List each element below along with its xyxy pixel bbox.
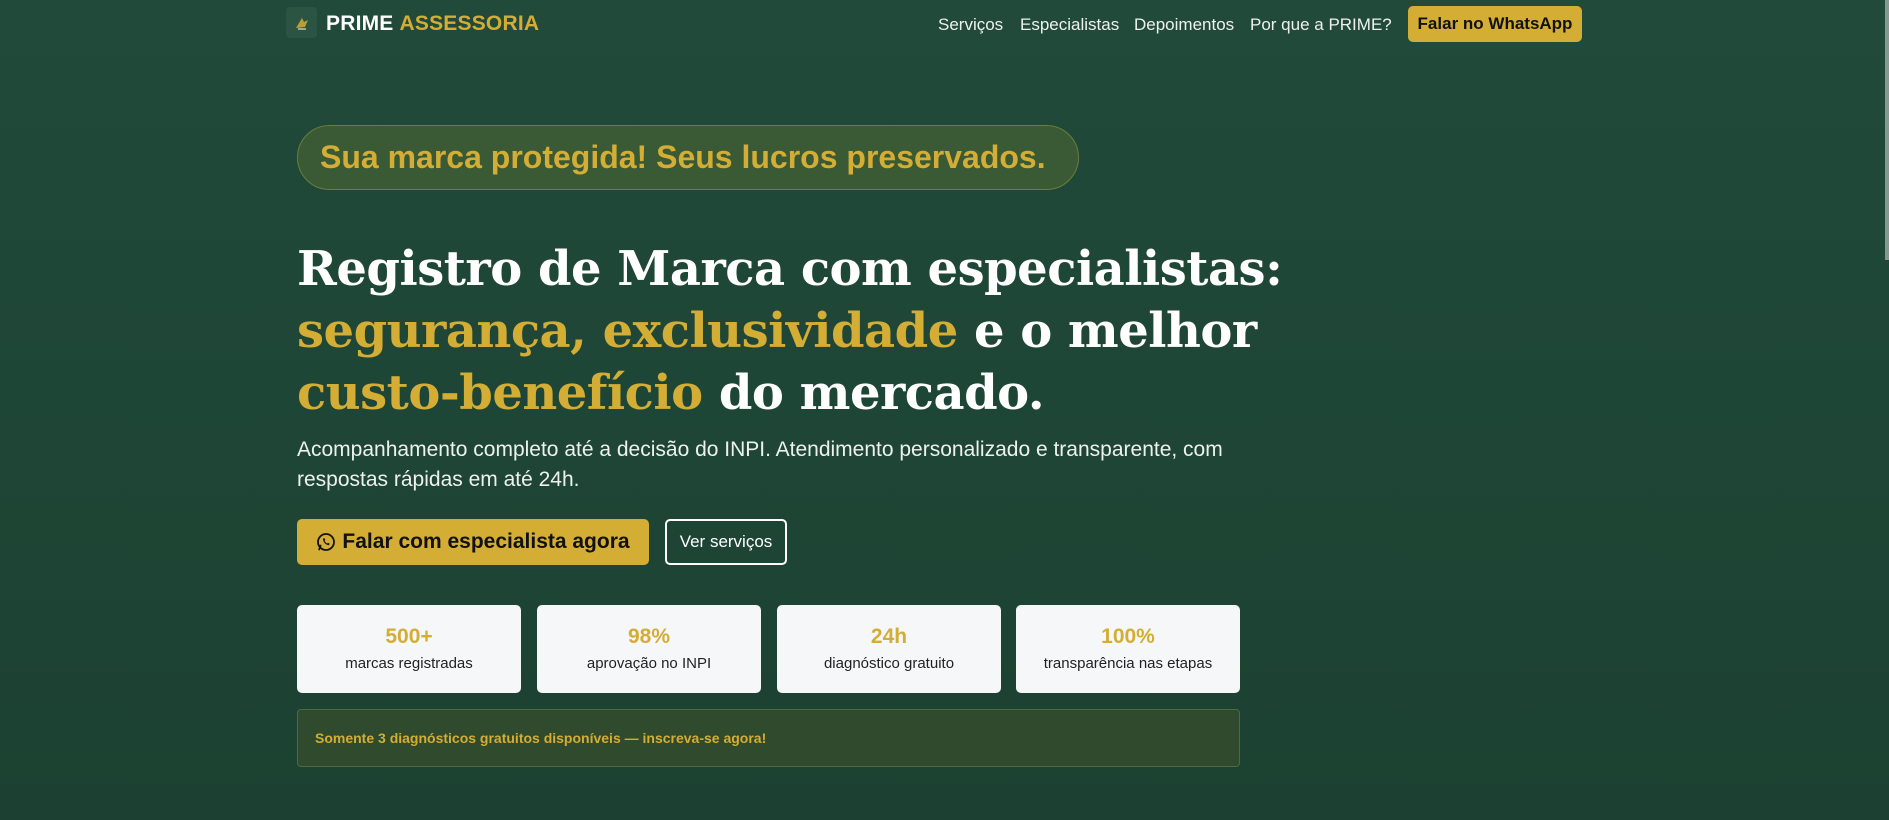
- brand-assessoria: ASSESSORIA: [399, 12, 540, 35]
- stat-value: 98%: [627, 625, 671, 648]
- brand-name[interactable]: PRIME ASSESSORIA: [326, 12, 539, 36]
- nav-link-por-que-prime[interactable]: Por que a PRIME?: [1250, 15, 1392, 35]
- stat-label: diagnóstico gratuito: [823, 655, 955, 672]
- headline-text-2: e o melhor: [957, 303, 1257, 359]
- headline-line-2: segurança, exclusividade e o melhor: [297, 300, 1257, 362]
- talk-to-specialist-label: Falar com especialista agora: [342, 530, 630, 553]
- nav-link-servicos[interactable]: Serviços: [938, 15, 1003, 35]
- stat-value: 24h: [870, 625, 908, 648]
- headline-line-3: custo-benefício do mercado.: [297, 362, 1197, 424]
- whatsapp-header-button[interactable]: Falar no WhatsApp: [1408, 6, 1582, 42]
- headline-highlight-1: segurança, exclusividade: [297, 303, 958, 359]
- nav-link-especialistas[interactable]: Especialistas: [1020, 15, 1119, 35]
- headline-text-3: do mercado.: [702, 365, 1045, 421]
- stat-card: 24h diagnóstico gratuito: [777, 605, 1001, 693]
- stat-label: transparência nas etapas: [1043, 655, 1213, 672]
- stat-card: 98% aprovação no INPI: [537, 605, 761, 693]
- headline-line-1: Registro de Marca com especialistas:: [297, 241, 1283, 297]
- whatsapp-icon: [316, 532, 336, 552]
- stat-label: marcas registradas: [345, 655, 473, 672]
- stat-label: aprovação no INPI: [586, 655, 712, 672]
- view-services-button[interactable]: Ver serviços: [665, 519, 787, 565]
- stat-card: 500+ marcas registradas: [297, 605, 521, 693]
- page-scrollbar[interactable]: [1885, 0, 1889, 260]
- nav-link-depoimentos[interactable]: Depoimentos: [1134, 15, 1234, 35]
- brand-logo-icon[interactable]: [286, 7, 317, 38]
- talk-to-specialist-button[interactable]: Falar com especialista agora: [297, 519, 649, 565]
- scarcity-notice: Somente 3 diagnósticos gratuitos disponí…: [297, 709, 1240, 767]
- stat-card: 100% transparência nas etapas: [1016, 605, 1240, 693]
- stat-value: 500+: [385, 625, 433, 648]
- hero-headline: Registro de Marca com especialistas: seg…: [297, 238, 1283, 424]
- hero-subtitle: Acompanhamento completo até a decisão do…: [297, 438, 1223, 491]
- tagline-badge: Sua marca protegida! Seus lucros preserv…: [297, 125, 1079, 190]
- site-header: PRIME ASSESSORIA Serviços Especialistas D…: [0, 0, 1889, 50]
- stat-value: 100%: [1101, 625, 1155, 648]
- headline-highlight-2: custo-benefício: [297, 365, 703, 421]
- brand-prime: PRIME: [326, 12, 394, 35]
